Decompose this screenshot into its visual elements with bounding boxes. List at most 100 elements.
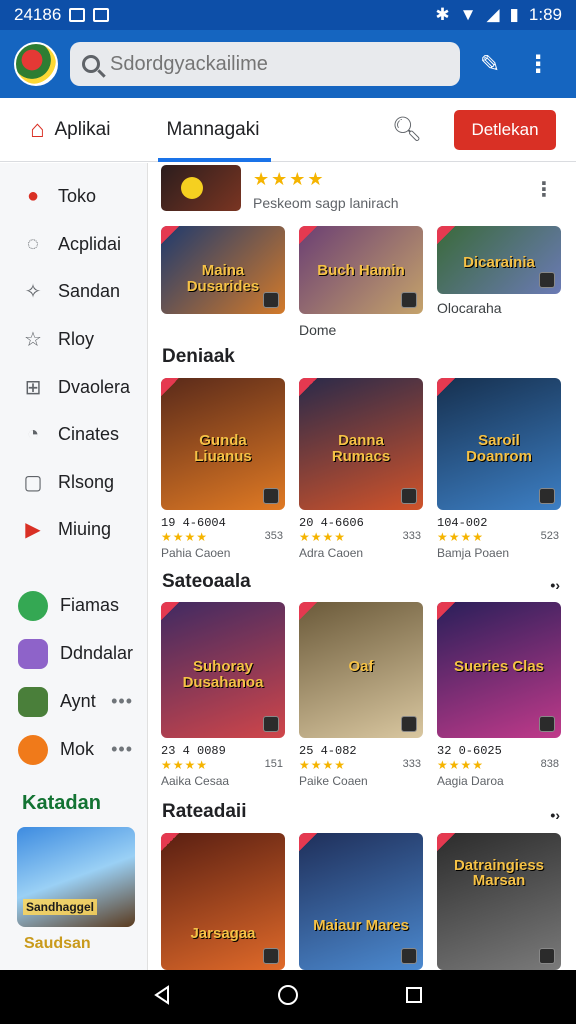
chevron-right-icon[interactable]: •› [550, 807, 560, 823]
more-vert-icon[interactable]: ⋮ [534, 177, 554, 202]
more-icon[interactable]: ••• [111, 691, 133, 712]
sidebar-item-label: Acplidai [58, 233, 122, 254]
sidebar-section-title: Katadan [22, 791, 101, 814]
badge-icon [161, 602, 179, 620]
game-thumbnail[interactable]: Oaf [299, 602, 423, 738]
game-art-title: Gunda Liuanus [194, 432, 252, 466]
app-icon [18, 590, 48, 621]
badge-icon [299, 602, 317, 620]
sidebar-item-miuing[interactable]: ▶ Miuing [0, 506, 147, 554]
more-vert-icon[interactable]: ⋮ [526, 50, 550, 79]
badge-icon [437, 378, 455, 396]
game-art-title: Maina Dusarides [186, 261, 260, 295]
game-thumbnail[interactable]: Dicarainia [437, 226, 561, 294]
game-name: Aagia Daroa [437, 774, 504, 788]
game-thumbnail[interactable]: Sueries Clas [437, 602, 561, 738]
recents-icon[interactable] [404, 985, 424, 1010]
section-title: Deniaak [162, 346, 235, 367]
chat-icon: ◌ [27, 232, 39, 255]
sidebar-item-rlsong[interactable]: ▢ Rlsong [0, 459, 147, 507]
sidebar-item-cinates[interactable]: ◔ Cinates [0, 411, 147, 459]
game-card[interactable]: Jarsagaa [161, 833, 285, 970]
chevron-right-icon[interactable]: •› [550, 577, 560, 593]
status-left-text: 24186 [14, 5, 62, 24]
game-card[interactable]: Danna Rumacs 20 4-6606 ★★★★ Adra Caoen 3… [299, 378, 423, 560]
game-card[interactable]: Buch Hamin Dome [299, 226, 423, 338]
shop-icon: ● [26, 185, 40, 208]
more-icon[interactable]: ••• [111, 739, 133, 760]
play-icon [401, 292, 417, 308]
sidebar-app[interactable]: Aynt ••• [0, 678, 147, 726]
game-card[interactable]: Oaf 25 4-082 ★★★★ Paike Coaen 333 [299, 602, 423, 788]
puzzle-icon: ✧ [24, 281, 42, 304]
game-size: 333 [402, 758, 421, 770]
wifi-icon: ▼ [459, 5, 477, 24]
sidebar-item-acplidai[interactable]: ◌ Acplidai [0, 221, 147, 269]
sidebar-item-sandan[interactable]: ✧ Sandan [0, 268, 147, 316]
sidebar-item-dvaolera[interactable]: ⊞ Dvaolera [0, 363, 147, 411]
sidebar-app-label: Ddndalar [60, 643, 134, 664]
game-name: Pahia Caoen [161, 546, 231, 560]
battery-icon: ▮ [509, 5, 519, 24]
section-title: Rateadaii [162, 801, 247, 822]
game-thumbnail[interactable]: Jarsagaa [161, 833, 285, 970]
sidebar: ● Toko ◌ Acplidai ✧ Sandan ☆ Rloy ⊞ Dvao… [0, 163, 148, 970]
game-meta: 20 4-6606 ★★★★ Adra Caoen 333 [299, 516, 423, 560]
sidebar-app[interactable]: Ddndalar [0, 630, 147, 678]
game-thumbnail[interactable]: Suhoray Dusahanoa [161, 602, 285, 738]
home-button-icon[interactable] [277, 984, 299, 1011]
game-name: Bamja Poaen [437, 546, 510, 560]
game-card[interactable]: Sueries Clas 32 0-6025 ★★★★ Aagia Daroa … [437, 602, 561, 788]
play-icon [539, 272, 555, 288]
sidebar-app[interactable]: Mok ••• [0, 726, 147, 774]
game-meta: 32 0-6025 ★★★★ Aagia Daroa 838 [437, 744, 561, 788]
game-card[interactable]: Suhoray Dusahanoa 23 4 0089 ★★★★ Aaika C… [161, 602, 285, 788]
game-card[interactable]: Datraingiess Marsan [437, 833, 561, 970]
badge-icon [437, 226, 455, 244]
update-button[interactable]: Detlekan [454, 109, 556, 150]
sidebar-item-rloy[interactable]: ☆ Rloy [0, 316, 147, 364]
game-card[interactable]: Gunda Liuanus 19 4-6004 ★★★★ Pahia Caoen… [161, 378, 285, 560]
tab-apps[interactable]: ⌂ Aplikai [30, 98, 110, 162]
game-id: 19 4-6004 [161, 516, 226, 530]
sidebar-app[interactable]: Fiamas [0, 582, 147, 630]
game-card[interactable]: Maina Dusarides [161, 226, 285, 338]
search-input[interactable] [110, 52, 430, 76]
game-card[interactable]: Dicarainia Olocaraha [437, 226, 561, 338]
sidebar-item-toko[interactable]: ● Toko [0, 173, 147, 221]
game-row: Gunda Liuanus 19 4-6004 ★★★★ Pahia Caoen… [161, 378, 561, 560]
tab-manage[interactable]: Mannagaki [158, 98, 272, 162]
game-thumbnail[interactable]: Gunda Liuanus [161, 378, 285, 510]
section-title: Sateoaala [162, 571, 251, 592]
edit-icon[interactable]: ✎ [480, 50, 500, 79]
home-icon: ⌂ [30, 115, 45, 143]
game-thumbnail[interactable]: Danna Rumacs [299, 378, 423, 510]
game-meta: 104-002 ★★★★ Bamja Poaen 523 [437, 516, 561, 560]
game-id: 23 4 0089 [161, 744, 226, 758]
star-icon: ☆ [24, 329, 42, 352]
app-logo-icon[interactable] [14, 42, 58, 86]
game-thumbnail[interactable]: Buch Hamin [299, 226, 423, 314]
signal-icon: ◢ [486, 5, 500, 24]
bookmark-icon: ▢ [23, 471, 43, 494]
play-icon [539, 948, 555, 964]
sidebar-banner[interactable]: Sandhaggel [17, 826, 135, 927]
badge-icon [437, 833, 455, 851]
game-thumbnail[interactable]: Maina Dusarides [161, 226, 285, 314]
game-name: Paike Coaen [299, 774, 368, 788]
play-icon [539, 716, 555, 732]
badge-icon [299, 378, 317, 396]
game-thumbnail[interactable]: Datraingiess Marsan [437, 833, 561, 970]
search-icon[interactable]: 🔍︎ [392, 115, 422, 144]
back-icon[interactable] [152, 984, 172, 1010]
game-card[interactable]: Saroil Doanrom 104-002 ★★★★ Bamja Poaen … [437, 378, 561, 560]
game-thumbnail[interactable]: Maiaur Mares [299, 833, 423, 970]
game-art-title: Datraingiess Marsan [453, 856, 545, 890]
badge-icon [299, 833, 317, 851]
game-thumbnail[interactable]: Saroil Doanrom [437, 378, 561, 510]
game-card[interactable]: Maiaur Mares [299, 833, 423, 970]
top-item-thumbnail[interactable] [161, 165, 241, 211]
app-icon [18, 686, 48, 717]
search-box[interactable] [70, 42, 460, 86]
sidebar-app-label: Aynt [60, 691, 96, 712]
